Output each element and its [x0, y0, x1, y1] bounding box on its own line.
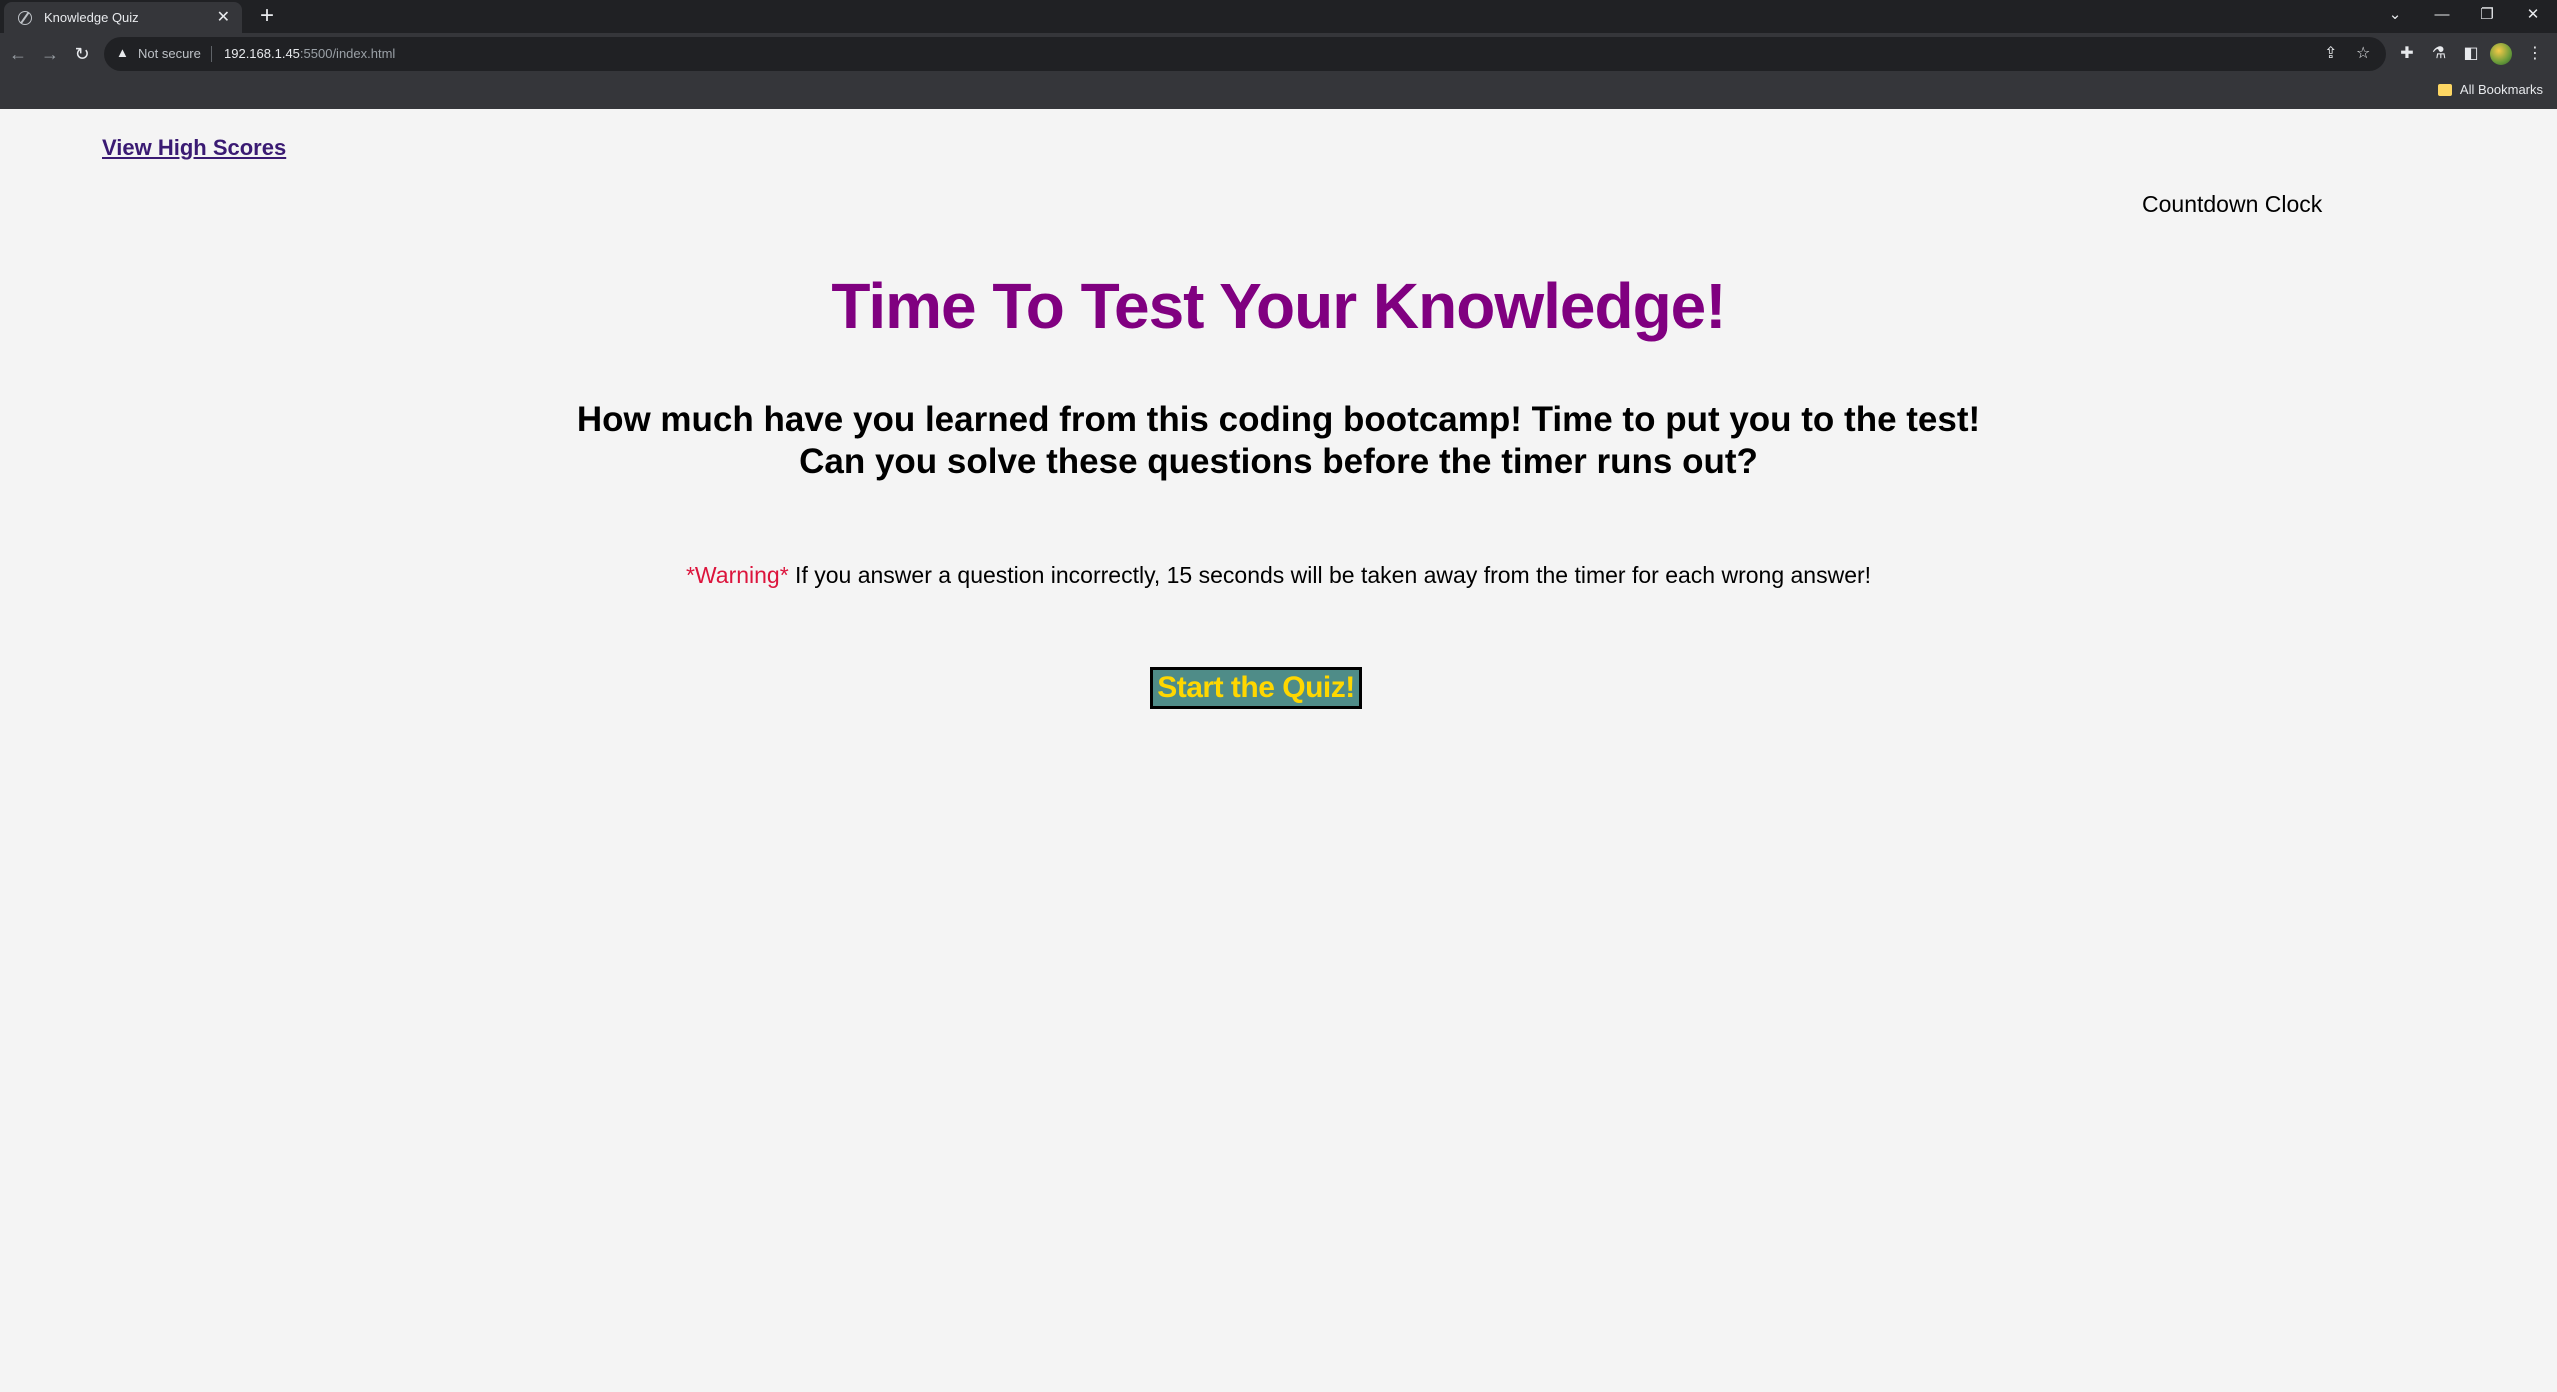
tab-search-icon[interactable]: ⌄ [2380, 4, 2410, 26]
more-menu-icon[interactable]: ⋮ [2524, 43, 2546, 65]
back-arrow-icon[interactable]: ← [6, 42, 30, 66]
intro-text: How much have you learned from this codi… [0, 399, 2557, 483]
page-title: Time To Test Your Knowledge! [831, 270, 1726, 342]
browser-toolbar: ← → ↻ ▲ Not secure 192.168.1.45:5500/ind… [0, 33, 2557, 75]
share-icon[interactable]: ⇪ [2324, 44, 2337, 64]
omnibox-divider [211, 46, 212, 62]
close-tab-icon[interactable]: ✕ [217, 9, 230, 26]
url-host: 192.168.1.45 [224, 46, 300, 61]
url-path: :5500/index.html [299, 46, 396, 61]
all-bookmarks-label: All Bookmarks [2459, 82, 2543, 97]
new-tab-button[interactable]: + [256, 4, 278, 28]
all-bookmarks-button[interactable]: All Bookmarks [2437, 82, 2543, 97]
close-window-button[interactable]: ✕ [2518, 4, 2548, 26]
globe-icon [18, 10, 32, 25]
bookmarks-bar: All Bookmarks [0, 75, 2557, 109]
intro-line-1: How much have you learned from this codi… [576, 400, 1981, 439]
warning-triangle-icon[interactable]: ▲ [116, 45, 129, 60]
forward-arrow-icon[interactable]: → [38, 42, 62, 66]
warning-text: If you answer a question incorrectly, 15… [788, 562, 1872, 588]
warning-tag: *Warning* [685, 562, 789, 588]
address-bar[interactable]: ▲ Not secure 192.168.1.45:5500/index.htm… [104, 37, 2386, 71]
browser-tab-strip: Knowledge Quiz ✕ + ⌄ — ❐ ✕ [0, 0, 2557, 33]
start-quiz-button[interactable]: Start the Quiz! [1150, 667, 1362, 709]
url-text[interactable]: 192.168.1.45:5500/index.html [224, 46, 395, 61]
countdown-clock: Countdown Clock [2142, 191, 2323, 217]
flask-icon[interactable]: ⚗ [2428, 43, 2450, 65]
restore-button[interactable]: ❐ [2472, 4, 2502, 26]
browser-tab[interactable]: Knowledge Quiz ✕ [4, 2, 242, 33]
side-panel-icon[interactable]: ◧ [2460, 43, 2482, 65]
page-content: View High Scores Countdown Clock Time To… [0, 109, 2557, 1392]
not-secure-label[interactable]: Not secure [138, 46, 201, 61]
folder-icon [2437, 83, 2452, 96]
tab-title: Knowledge Quiz [44, 10, 139, 25]
profile-avatar[interactable] [2490, 43, 2512, 65]
intro-line-2: Can you solve these questions before the… [799, 442, 1758, 481]
minimize-button[interactable]: — [2427, 4, 2457, 26]
reload-icon[interactable]: ↻ [70, 42, 94, 66]
warning-message: *Warning* If you answer a question incor… [0, 562, 2557, 589]
view-high-scores-link[interactable]: View High Scores [102, 135, 286, 161]
bookmark-star-icon[interactable]: ☆ [2356, 44, 2370, 64]
extensions-puzzle-icon[interactable]: ✚ [2396, 43, 2418, 65]
